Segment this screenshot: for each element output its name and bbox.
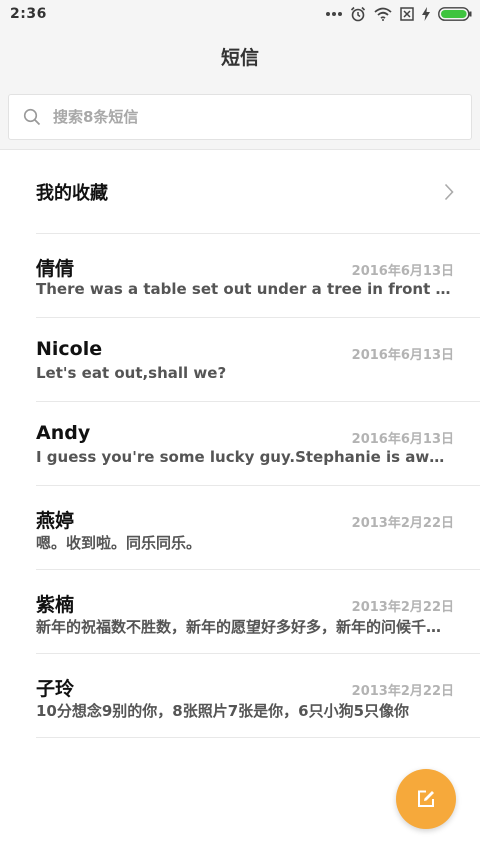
contact-name: 燕婷 xyxy=(36,510,75,532)
message-preview: 新年的祝福数不胜数，新年的愿望好多好多，新年的问候千言万语 xyxy=(36,618,454,636)
charging-icon xyxy=(422,7,430,21)
compose-icon xyxy=(418,790,434,807)
chevron-right-icon xyxy=(444,183,454,201)
contact-name: Andy xyxy=(36,422,91,444)
search-section xyxy=(0,84,480,150)
message-date: 2013年2月22日 xyxy=(351,600,454,615)
search-input[interactable] xyxy=(53,108,433,126)
message-date: 2016年6月13日 xyxy=(351,348,454,363)
message-preview: There was a table set out under a tree i… xyxy=(36,280,454,298)
message-list: 倩倩 2016年6月13日 There was a table set out … xyxy=(0,234,480,738)
favorites-item[interactable]: 我的收藏 xyxy=(0,150,480,234)
contact-name: Nicole xyxy=(36,338,103,360)
message-item[interactable]: Andy 2016年6月13日 I guess you're some luck… xyxy=(36,402,480,486)
message-date: 2016年6月13日 xyxy=(351,264,454,279)
message-item[interactable]: 紫楠 2013年2月22日 新年的祝福数不胜数，新年的愿望好多好多，新年的问候千… xyxy=(36,570,480,654)
compose-button[interactable] xyxy=(396,769,456,829)
message-preview: 嗯。收到啦。同乐同乐。 xyxy=(36,534,202,552)
message-item[interactable]: 倩倩 2016年6月13日 There was a table set out … xyxy=(36,234,480,318)
message-preview: Let's eat out,shall we? xyxy=(36,364,227,382)
contact-name: 子玲 xyxy=(36,678,75,700)
search-icon xyxy=(23,108,41,126)
app-header: 短信 xyxy=(0,28,480,84)
message-date: 2013年2月22日 xyxy=(351,684,454,699)
contact-name: 紫楠 xyxy=(36,594,75,616)
search-box[interactable] xyxy=(8,94,472,140)
message-item[interactable]: Nicole 2016年6月13日 Let's eat out,shall we… xyxy=(36,318,480,402)
status-time: 2:36 xyxy=(10,6,47,22)
wifi-icon xyxy=(374,7,392,21)
favorites-label: 我的收藏 xyxy=(36,183,108,204)
alarm-icon xyxy=(350,6,366,22)
message-date: 2016年6月13日 xyxy=(351,432,454,447)
message-item[interactable]: 子玲 2013年2月22日 10分想念9别的你，8张照片7张是你，6只小狗5只像… xyxy=(36,654,480,738)
battery-icon xyxy=(438,7,472,21)
status-icons xyxy=(326,6,472,22)
more-dots-icon xyxy=(326,12,342,16)
no-sim-icon xyxy=(400,7,414,21)
message-date: 2013年2月22日 xyxy=(351,516,454,531)
message-preview: 10分想念9别的你，8张照片7张是你，6只小狗5只像你 xyxy=(36,702,410,720)
message-preview: I guess you're some lucky guy.Stephanie … xyxy=(36,448,454,466)
contact-name: 倩倩 xyxy=(36,258,75,280)
status-bar: 2:36 xyxy=(0,0,480,28)
page-title: 短信 xyxy=(220,46,259,69)
message-item[interactable]: 燕婷 2013年2月22日 嗯。收到啦。同乐同乐。 xyxy=(36,486,480,570)
